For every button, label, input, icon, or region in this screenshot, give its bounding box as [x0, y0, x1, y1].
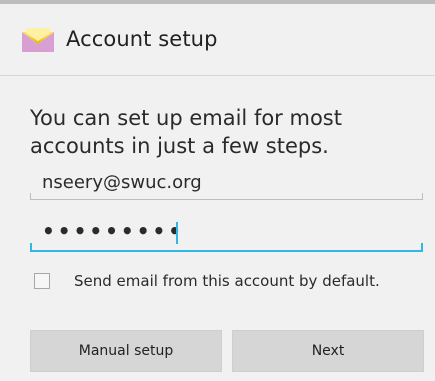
default-account-option[interactable]: Send email from this account by default. [34, 272, 429, 294]
default-account-label: Send email from this account by default. [74, 272, 380, 290]
email-value[interactable]: nseery@swuc.org [42, 172, 202, 193]
action-bar: Account setup [0, 4, 435, 76]
email-field[interactable]: nseery@swuc.org [30, 166, 423, 200]
default-account-checkbox[interactable] [34, 273, 50, 289]
password-field[interactable]: ••••••••• [30, 218, 423, 252]
manual-setup-button[interactable]: Manual setup [30, 330, 222, 372]
page-title: Account setup [66, 27, 218, 51]
password-value[interactable]: ••••••••• [42, 219, 184, 243]
text-cursor [176, 222, 178, 244]
setup-intro-text: You can set up email for most accounts i… [30, 106, 342, 158]
envelope-icon [22, 28, 54, 52]
next-button[interactable]: Next [232, 330, 424, 372]
